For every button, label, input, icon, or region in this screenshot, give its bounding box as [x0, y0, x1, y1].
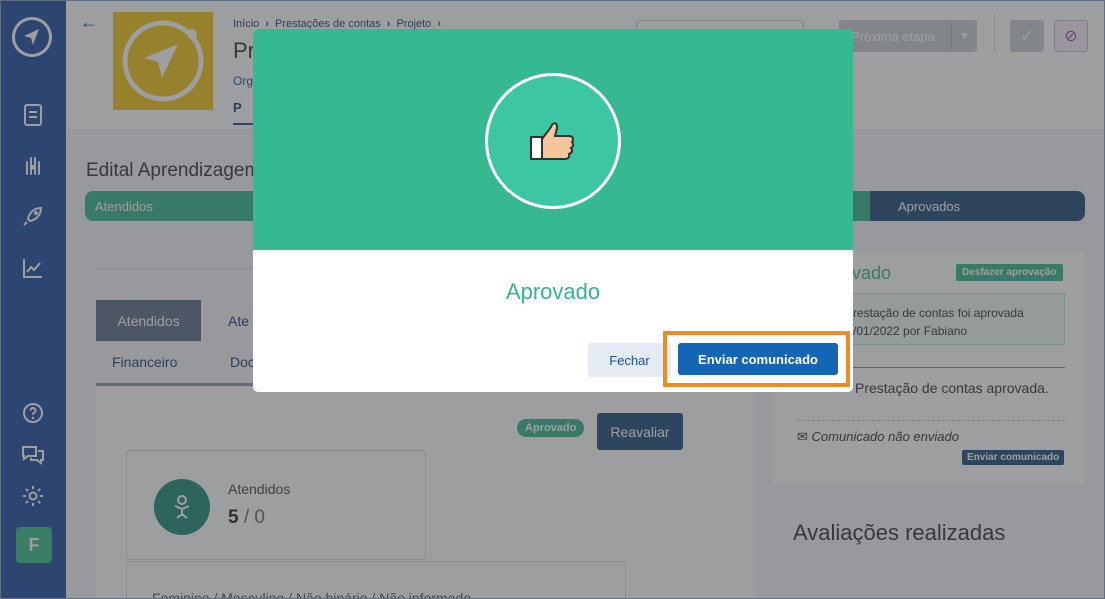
thumbs-up-icon [485, 73, 621, 209]
close-button[interactable]: Fechar [588, 343, 671, 377]
modal-header [253, 29, 853, 250]
highlight-box [663, 331, 850, 387]
modal-title: Aprovado [505, 279, 601, 304]
